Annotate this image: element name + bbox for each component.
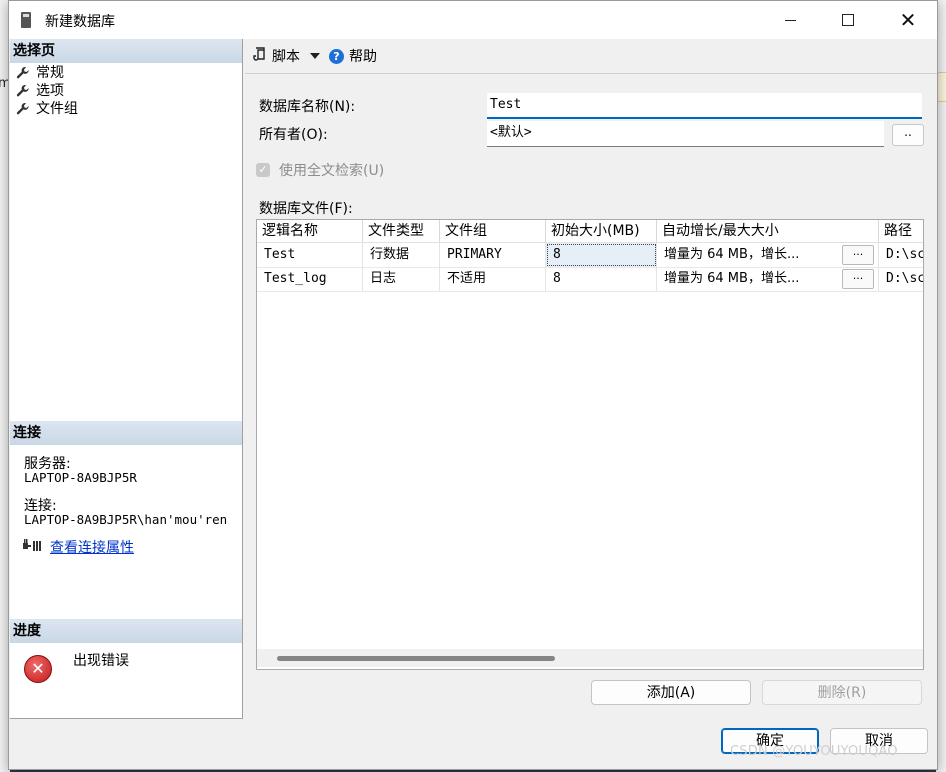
help-button[interactable]: ? 帮助 <box>329 46 377 66</box>
cell-autogrowth[interactable]: 增量为 64 MB，增长... ... <box>657 243 879 267</box>
error-icon: ✕ <box>24 655 52 683</box>
column-header[interactable]: 初始大小(MB) <box>546 220 657 242</box>
wrench-icon <box>16 102 30 116</box>
cell-autogrowth[interactable]: 增量为 64 MB，增长... ... <box>657 267 879 291</box>
progress-header: 进度 <box>10 619 242 643</box>
owner-browse-button[interactable]: .. <box>892 124 924 146</box>
fulltext-checkbox[interactable]: ✓ <box>256 163 270 177</box>
connection-value: LAPTOP-8A9BJP5R\han'mou'ren <box>24 512 228 527</box>
database-name-input[interactable]: Test <box>487 93 922 119</box>
wrench-icon <box>16 66 30 80</box>
database-app-icon <box>21 12 31 28</box>
server-value: LAPTOP-8A9BJP5R <box>24 470 137 485</box>
column-header[interactable]: 文件类型 <box>363 220 440 242</box>
column-header[interactable]: 自动增长/最大大小 <box>657 220 879 242</box>
page-item-filegroups[interactable]: 文件组 <box>16 100 78 118</box>
database-files-grid: 逻辑名称 文件类型 文件组 初始大小(MB) 自动增长/最大大小 路径 Test… <box>256 219 924 670</box>
horizontal-scrollbar[interactable] <box>257 649 923 667</box>
column-header[interactable]: 文件组 <box>440 220 546 242</box>
new-database-dialog: 新建数据库 ✕ 选择页 常规 选项 文件组 连接 服务器: LAPTOP-8A9… <box>8 0 938 770</box>
page-item-options[interactable]: 选项 <box>16 82 64 100</box>
cell-logical-name[interactable]: Test_log <box>257 267 363 291</box>
fulltext-label: 使用全文检索(U) <box>279 163 385 179</box>
cell-path[interactable]: D:\sc <box>879 267 923 291</box>
help-label: 帮助 <box>349 49 377 65</box>
page-item-label: 文件组 <box>36 101 78 117</box>
scrollbar-thumb[interactable] <box>277 656 555 661</box>
select-page-header: 选择页 <box>10 39 242 63</box>
maximize-icon <box>842 14 854 26</box>
close-icon: ✕ <box>899 8 917 32</box>
cell-initial-size[interactable]: 8 <box>546 267 657 291</box>
view-connection-properties[interactable]: 查看连接属性 <box>22 537 134 557</box>
chevron-down-icon[interactable] <box>310 53 320 59</box>
database-name-label: 数据库名称(N): <box>259 99 356 115</box>
cell-path[interactable]: D:\sc <box>879 243 923 267</box>
connection-plug-icon <box>22 537 42 557</box>
owner-input[interactable]: <默认> <box>487 121 884 147</box>
column-header[interactable]: 路径 <box>879 220 923 242</box>
script-button[interactable]: 脚本 <box>253 46 320 66</box>
autogrowth-edit-button[interactable]: ... <box>842 269 874 289</box>
cell-initial-size[interactable]: 8 <box>546 243 657 267</box>
help-icon: ? <box>329 48 344 64</box>
wrench-icon <box>16 84 30 98</box>
owner-label: 所有者(O): <box>259 127 328 143</box>
autogrowth-text: 增量为 64 MB，增长... <box>664 271 800 286</box>
page-item-label: 选项 <box>36 83 64 99</box>
watermark: CSDN @YOUYOUYOUQAO <box>730 744 898 759</box>
toolbar: 脚本 ? 帮助 <box>245 39 937 74</box>
cell-file-type[interactable]: 行数据 <box>363 243 440 267</box>
script-icon <box>253 47 272 65</box>
column-header[interactable]: 逻辑名称 <box>257 220 363 242</box>
close-button[interactable]: ✕ <box>879 1 937 39</box>
view-connection-properties-link[interactable]: 查看连接属性 <box>50 537 134 557</box>
add-button[interactable]: 添加(A) <box>591 680 751 705</box>
table-row[interactable]: Test_log 日志 不适用 8 增量为 64 MB，增长... ... D:… <box>257 267 923 292</box>
minimize-button[interactable] <box>761 1 819 39</box>
cell-filegroup[interactable]: PRIMARY <box>440 243 546 267</box>
connection-header: 连接 <box>10 421 242 445</box>
table-row[interactable]: Test 行数据 PRIMARY 8 增量为 64 MB，增长... ... D… <box>257 243 923 268</box>
cell-filegroup[interactable]: 不适用 <box>440 267 546 291</box>
autogrowth-text: 增量为 64 MB，增长... <box>664 247 800 262</box>
minimize-icon <box>784 19 796 21</box>
autogrowth-edit-button[interactable]: ... <box>842 245 874 265</box>
maximize-button[interactable] <box>819 1 877 39</box>
cell-file-type[interactable]: 日志 <box>363 267 440 291</box>
remove-button[interactable]: 删除(R) <box>762 680 922 705</box>
left-pane: 选择页 常规 选项 文件组 连接 服务器: LAPTOP-8A9BJP5R 连接… <box>10 39 243 719</box>
database-files-label: 数据库文件(F): <box>259 201 353 217</box>
window-title: 新建数据库 <box>45 14 115 30</box>
page-item-general[interactable]: 常规 <box>16 64 64 82</box>
progress-status-text: 出现错误 <box>73 653 129 669</box>
grid-header-row: 逻辑名称 文件类型 文件组 初始大小(MB) 自动增长/最大大小 路径 <box>257 220 923 243</box>
page-item-label: 常规 <box>36 65 64 81</box>
cell-logical-name[interactable]: Test <box>257 243 363 267</box>
title-bar: 新建数据库 ✕ <box>9 1 937 39</box>
script-label: 脚本 <box>272 49 300 65</box>
